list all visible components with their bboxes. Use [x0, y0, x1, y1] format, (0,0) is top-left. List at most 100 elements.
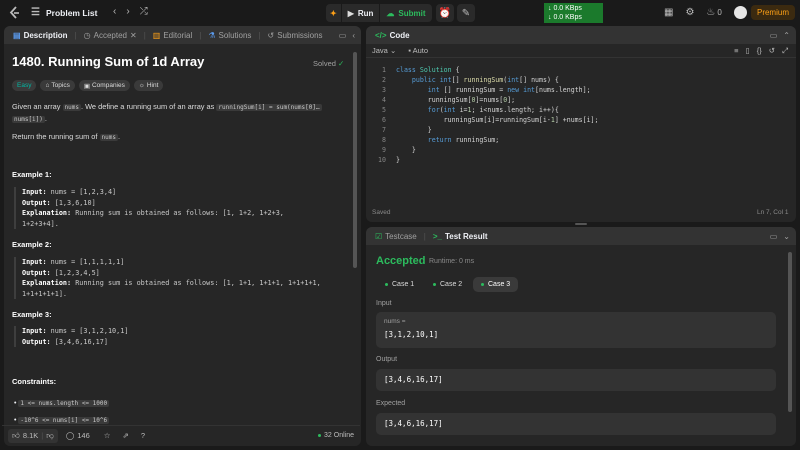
hint-button[interactable]: ☼ Hint — [133, 80, 164, 91]
tag-icon: ⌂ — [45, 82, 50, 89]
example-2-heading: Example 2: — [12, 240, 52, 249]
pass-dot-icon — [433, 283, 436, 286]
terminal-icon: >_ — [432, 231, 442, 241]
thumbs-up-icon: 👍︎ — [12, 430, 20, 440]
description-footer: 👍︎ 8.1K | 👎︎ ◯ 146 ☆ ⇗ ? 32 Online — [2, 425, 360, 445]
code-line: } — [396, 126, 432, 134]
tab-description[interactable]: ▤ Description — [10, 31, 71, 40]
shuffle-icon[interactable]: ⤮ — [140, 6, 148, 17]
expected-value: [3,4,6,16,17] — [384, 419, 443, 428]
code-line: public int[] runningSum(int[] nums) { — [411, 76, 559, 84]
reset-icon[interactable]: ↺ — [769, 46, 775, 56]
alarm-clock-icon[interactable]: ⏰ — [436, 4, 454, 22]
avatar[interactable] — [733, 6, 747, 19]
chevron-up-icon[interactable]: ⌃ — [783, 31, 790, 40]
bug-icon: ✦ — [330, 8, 337, 18]
notes-icon[interactable]: ✎ — [457, 4, 475, 22]
tab-submissions[interactable]: ↺ Submissions — [265, 31, 326, 40]
comments-button[interactable]: ◯ 146 — [66, 431, 90, 440]
code-icon: </> — [375, 30, 387, 40]
code-panel: </> Code ▭ ⌃ Java ⌄ ▪ Auto ≡ ▯ {} ↺ ⤢ — [366, 26, 796, 222]
tab-accepted[interactable]: ◷ Accepted ✕ — [81, 31, 140, 40]
upload-speed: ↓ 0.0 KBps — [548, 14, 582, 21]
tab-code[interactable]: </> Code — [372, 31, 413, 40]
description-tabs: ▤ Description | ◷ Accepted ✕ | ▥ Editorial |… — [4, 26, 361, 44]
code-line: runningSum[0]=nums[0]; — [396, 96, 516, 104]
book-icon: ▥ — [152, 30, 161, 40]
expand-icon[interactable]: ▭ — [770, 31, 778, 40]
case-1-tab[interactable]: Case 1 — [377, 277, 422, 292]
case-2-tab[interactable]: Case 2 — [425, 277, 470, 292]
check-circle-icon: ✓ — [338, 59, 345, 68]
case-3-tab[interactable]: Case 3 — [473, 277, 519, 292]
input-value: [3,1,2,10,1] — [384, 330, 439, 339]
clock-icon: ◷ — [83, 30, 91, 40]
format-icon[interactable]: ≡ — [734, 46, 738, 56]
description-scrollbar[interactable] — [353, 52, 357, 268]
bookmark-icon[interactable]: ▯ — [746, 46, 750, 56]
example-3-heading: Example 3: — [12, 310, 52, 319]
runtime-text: Runtime: 0 ms — [429, 258, 475, 265]
difficulty-badge: Easy — [12, 80, 37, 91]
leetcode-logo-icon[interactable] — [8, 6, 22, 20]
chevron-left-icon[interactable]: ‹ — [352, 31, 355, 40]
example-2-block: Input: nums = [1,1,1,1,1] Output: [1,2,3… — [14, 257, 344, 299]
thumbs-down-icon[interactable]: 👎︎ — [46, 431, 54, 441]
close-icon[interactable]: ✕ — [130, 31, 137, 40]
code-line: runningSum[i]=runningSum[i-1] +nums[i]; — [396, 116, 599, 124]
expand-icon[interactable]: ▭ — [770, 232, 778, 241]
share-icon[interactable]: ⇗ — [123, 431, 129, 440]
result-status: Accepted — [376, 255, 426, 267]
chevron-left-icon[interactable]: ‹ — [113, 6, 116, 17]
tab-testcase[interactable]: ☑ Testcase — [372, 232, 420, 241]
output-box: [3,4,6,16,17] — [376, 369, 776, 391]
premium-button[interactable]: Premium — [751, 5, 795, 20]
resize-handle[interactable] — [575, 223, 587, 225]
flask-icon: ⚗ — [208, 30, 216, 40]
input-label: Input — [376, 300, 392, 307]
problem-list-button[interactable]: ☰ Problem List — [31, 7, 97, 18]
problem-title: 1480. Running Sum of 1d Array — [12, 54, 205, 69]
submit-button[interactable]: ☁ Submit — [380, 4, 432, 22]
play-icon: ▶ — [347, 8, 354, 18]
code-line: for(int i=1; i<nums.length; i++){ — [427, 106, 559, 114]
like-button[interactable]: 👍︎ 8.1K | 👎︎ — [8, 428, 58, 443]
problem-list-label: Problem List — [45, 7, 98, 18]
layout-grid-icon[interactable]: ▦ — [664, 7, 673, 18]
braces-icon[interactable]: {} — [757, 46, 762, 56]
comment-icon: ◯ — [65, 431, 75, 440]
debug-button[interactable]: ✦ — [326, 4, 341, 22]
code-line: return runningSum; — [427, 136, 500, 144]
tab-editorial[interactable]: ▥ Editorial — [150, 31, 195, 40]
expand-icon[interactable]: ▭ — [339, 31, 347, 40]
result-scrollbar[interactable] — [788, 252, 792, 412]
help-icon[interactable]: ? — [141, 431, 145, 440]
save-status: Saved — [372, 209, 391, 216]
top-bar: ☰ Problem List ‹ › ⤮ ✦ ▶ Run ☁ Submit ⏰ ✎ … — [0, 0, 800, 26]
tab-test-result[interactable]: >_ Test Result — [430, 232, 491, 241]
solved-status: Solved ✓ — [313, 59, 345, 68]
code-line: } — [396, 146, 416, 154]
code-line: } — [396, 156, 400, 164]
lightbulb-icon: ☼ — [138, 82, 145, 89]
chevron-down-icon[interactable]: ⌄ — [783, 232, 790, 241]
output-value: [3,4,6,16,17] — [384, 375, 443, 384]
run-button[interactable]: ▶ Run — [341, 4, 380, 22]
chevron-right-icon[interactable]: › — [126, 6, 129, 17]
topics-button[interactable]: ⌂ Topics — [40, 80, 75, 91]
cloud-upload-icon: ☁ — [386, 8, 395, 18]
fullscreen-icon[interactable]: ⤢ — [782, 46, 788, 56]
star-icon[interactable]: ☆ — [104, 431, 111, 440]
auto-toggle[interactable]: ▪ Auto — [408, 46, 428, 55]
chevron-down-icon: ⌄ — [389, 46, 397, 55]
online-dot-icon — [318, 434, 322, 437]
companies-button[interactable]: ▣ Companies — [78, 80, 130, 91]
fire-icon[interactable]: ♨ 0 — [706, 7, 721, 18]
tab-solutions[interactable]: ⚗ Solutions — [205, 31, 254, 40]
gear-icon[interactable]: ⚙ — [685, 7, 694, 18]
pass-dot-icon — [481, 283, 484, 286]
lock-icon: ▣ — [83, 82, 90, 90]
pass-dot-icon — [385, 283, 388, 286]
language-select[interactable]: Java ⌄ — [372, 46, 396, 55]
input-box: nums = [3,1,2,10,1] — [376, 312, 776, 348]
